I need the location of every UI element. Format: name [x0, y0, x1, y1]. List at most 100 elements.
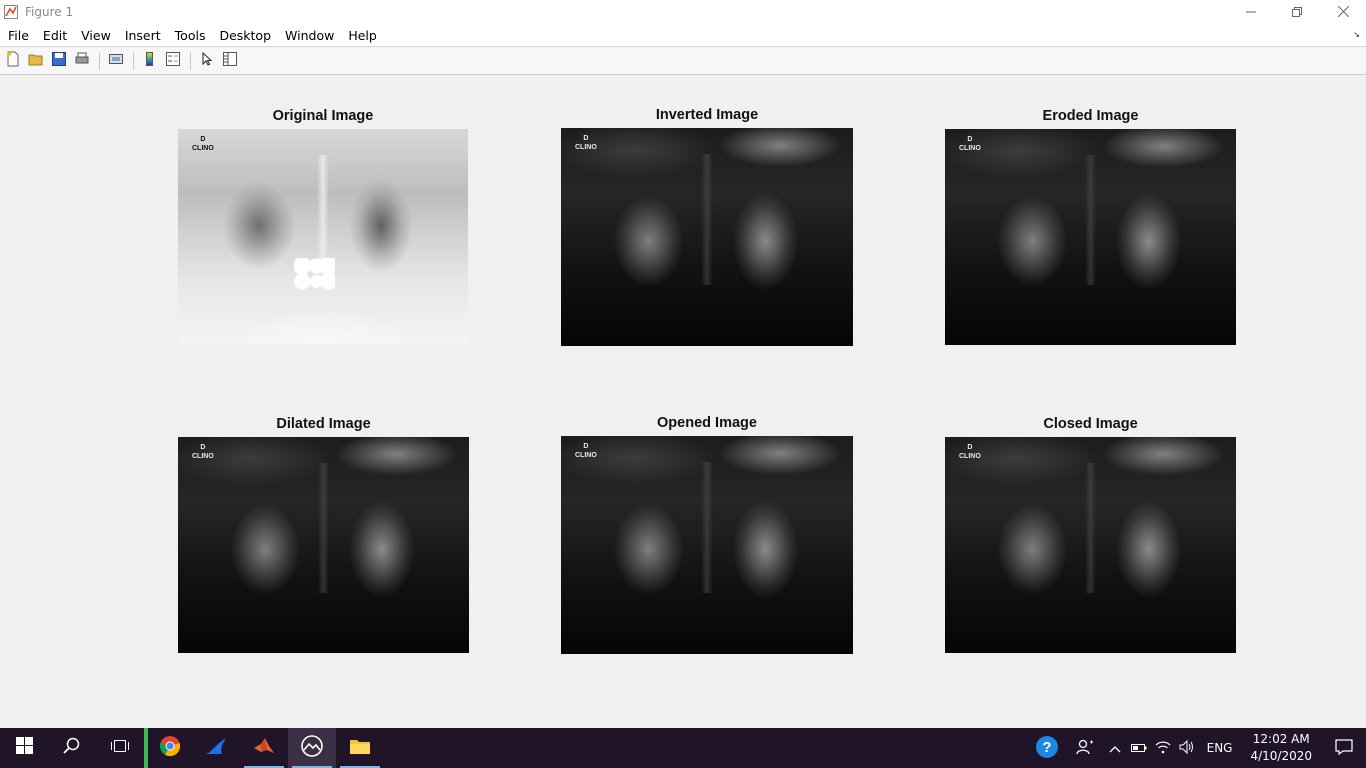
save-button[interactable] [48, 50, 70, 72]
figure-toolbar [0, 48, 1366, 75]
matlab-taskbar-button[interactable] [240, 728, 288, 768]
subplot-original[interactable]: Original Image D CLINO [178, 106, 468, 344]
window-title-bar[interactable]: Figure 1 [0, 0, 1366, 24]
minimize-button[interactable] [1228, 0, 1274, 24]
subplot-opened[interactable]: Opened Image D CLINO [561, 413, 853, 654]
clock[interactable]: 12:02 AM 4/10/2020 [1240, 731, 1322, 765]
language-indicator[interactable]: ENG [1199, 741, 1241, 755]
insert-colorbar-icon [142, 51, 158, 72]
wifi-tray-button[interactable] [1151, 728, 1175, 768]
matlab-icon [253, 736, 275, 761]
system-tray: ? ENG 12:02 AM 4/10/2020 [1027, 728, 1366, 768]
window-title: Figure 1 [25, 5, 74, 19]
xray-image: D CLINO [178, 129, 468, 344]
save-icon [51, 51, 67, 72]
speaker-icon [1179, 739, 1195, 757]
search-button[interactable] [48, 728, 96, 768]
image-marker: D CLINO [575, 443, 597, 459]
insert-legend-icon [165, 51, 181, 72]
notification-icon [1335, 738, 1353, 758]
restore-icon [1292, 5, 1302, 20]
property-inspector-button[interactable] [219, 50, 241, 72]
pacemaker-leads [294, 258, 335, 297]
subplot-title: Closed Image [1043, 416, 1138, 432]
xray-image: D CLINO [945, 437, 1236, 653]
image-marker: D CLINO [575, 135, 597, 151]
people-icon [1075, 738, 1094, 759]
print-button[interactable] [71, 50, 93, 72]
subplot-closed[interactable]: Closed Image D CLINO [945, 414, 1236, 653]
app-shark-taskbar-button[interactable] [192, 728, 240, 768]
svg-text:?: ? [1042, 739, 1051, 756]
image-marker: D CLINO [959, 444, 981, 460]
subplot-dilated[interactable]: Dilated Image D CLINO [178, 414, 469, 653]
menu-window[interactable]: Window [278, 28, 341, 43]
volume-tray-button[interactable] [1175, 728, 1199, 768]
dock-arrow-icon[interactable]: ↘ [1353, 30, 1360, 39]
image-viewer-taskbar-button[interactable] [288, 728, 336, 768]
new-figure-button[interactable] [2, 50, 24, 72]
menu-bar: File Edit View Insert Tools Desktop Wind… [0, 24, 1366, 47]
clock-time: 12:02 AM [1252, 732, 1310, 746]
toolbar-separator [133, 52, 134, 70]
subplot-inverted[interactable]: Inverted Image D CLINO [561, 105, 853, 346]
subplot-eroded[interactable]: Eroded Image D CLINO [945, 106, 1236, 345]
open-file-button[interactable] [25, 50, 47, 72]
search-icon [63, 737, 81, 760]
file-explorer-taskbar-button[interactable] [336, 728, 384, 768]
chrome-icon [159, 735, 181, 762]
open-file-icon [28, 51, 44, 72]
restore-button[interactable] [1274, 0, 1320, 24]
wifi-icon [1155, 740, 1171, 757]
print-icon [74, 51, 90, 72]
menu-insert[interactable]: Insert [118, 28, 168, 43]
image-marker: D CLINO [192, 136, 214, 152]
battery-tray-button[interactable] [1127, 728, 1151, 768]
chrome-taskbar-button[interactable] [144, 728, 192, 768]
clock-date: 4/10/2020 [1250, 749, 1312, 763]
menu-edit[interactable]: Edit [36, 28, 74, 43]
menu-desktop[interactable]: Desktop [212, 28, 278, 43]
help-tray-button[interactable]: ? [1027, 728, 1067, 768]
windows-start-icon [15, 737, 33, 759]
action-center-button[interactable] [1322, 728, 1366, 768]
taskbar: ? ENG 12:02 AM 4/10/2020 [0, 728, 1366, 768]
edit-plot-icon [199, 51, 215, 72]
task-view-button[interactable] [96, 728, 144, 768]
app-shark-icon [204, 736, 228, 761]
battery-icon [1130, 741, 1147, 756]
xray-image: D CLINO [178, 437, 469, 653]
file-explorer-icon [349, 737, 371, 760]
subplot-title: Inverted Image [655, 107, 759, 123]
figure-canvas[interactable]: Original Image D CLINO Inverted Image D CL… [0, 76, 1366, 728]
help-icon: ? [1035, 735, 1059, 762]
people-tray-button[interactable] [1067, 728, 1103, 768]
minimize-icon [1246, 5, 1256, 20]
image-marker: D CLINO [959, 136, 981, 152]
subplot-title: Opened Image [657, 415, 757, 431]
menu-file[interactable]: File [1, 28, 36, 43]
chevron-up-icon [1109, 741, 1121, 756]
close-icon [1337, 5, 1349, 20]
insert-legend-button[interactable] [162, 50, 184, 72]
subplot-title: Dilated Image [276, 416, 371, 432]
show-hidden-icons-button[interactable] [1103, 728, 1127, 768]
menu-view[interactable]: View [74, 28, 118, 43]
link-plot-icon [108, 51, 124, 72]
property-inspector-icon [222, 51, 238, 72]
image-marker: D CLINO [192, 444, 214, 460]
start-button[interactable] [0, 728, 48, 768]
xray-image: D CLINO [561, 128, 853, 346]
insert-colorbar-button[interactable] [139, 50, 161, 72]
close-button[interactable] [1320, 0, 1366, 24]
subplot-title: Eroded Image [1042, 108, 1139, 124]
task-view-icon [111, 738, 129, 759]
edit-plot-button[interactable] [196, 50, 218, 72]
matlab-figure-icon [4, 5, 18, 19]
menu-tools[interactable]: Tools [168, 28, 213, 43]
new-figure-icon [5, 51, 21, 72]
xray-image: D CLINO [945, 129, 1236, 345]
menu-help[interactable]: Help [341, 28, 384, 43]
link-plot-button[interactable] [105, 50, 127, 72]
xray-image: D CLINO [561, 436, 853, 654]
